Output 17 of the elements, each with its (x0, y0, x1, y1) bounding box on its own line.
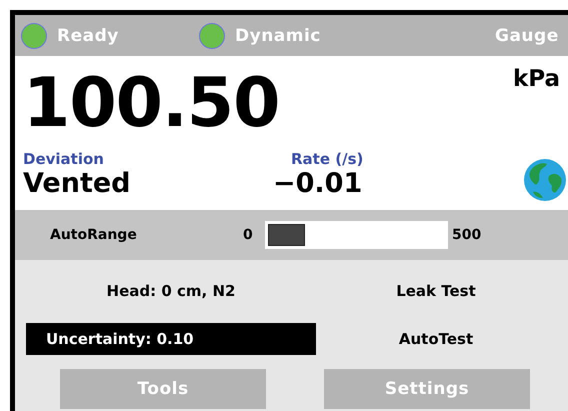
range-max-label: 500 (452, 227, 482, 243)
unit-label: kPa (512, 66, 560, 92)
menu-item[interactable]: Head: 0 cm, N2 (96, 276, 246, 306)
menu-item[interactable]: Leak Test (386, 276, 486, 306)
range-min-label: 0 (243, 227, 254, 243)
status-label: Ready (57, 26, 119, 46)
deviation-value: Vented (23, 168, 130, 200)
deviation-label: Deviation (23, 150, 104, 168)
status-label: Gauge (495, 26, 559, 46)
menu-item[interactable]: AutoTest (388, 324, 484, 354)
pressure-reading: 100.50 (23, 70, 280, 138)
status-label: Dynamic (235, 26, 321, 46)
rate-value: −0.01 (273, 168, 362, 200)
menu-item[interactable]: Uncertainty: 0.10 (26, 323, 316, 355)
rate-label: Rate (/s) (291, 150, 364, 168)
range-mode-label: AutoRange (49, 227, 138, 243)
globe-icon[interactable] (523, 158, 567, 202)
